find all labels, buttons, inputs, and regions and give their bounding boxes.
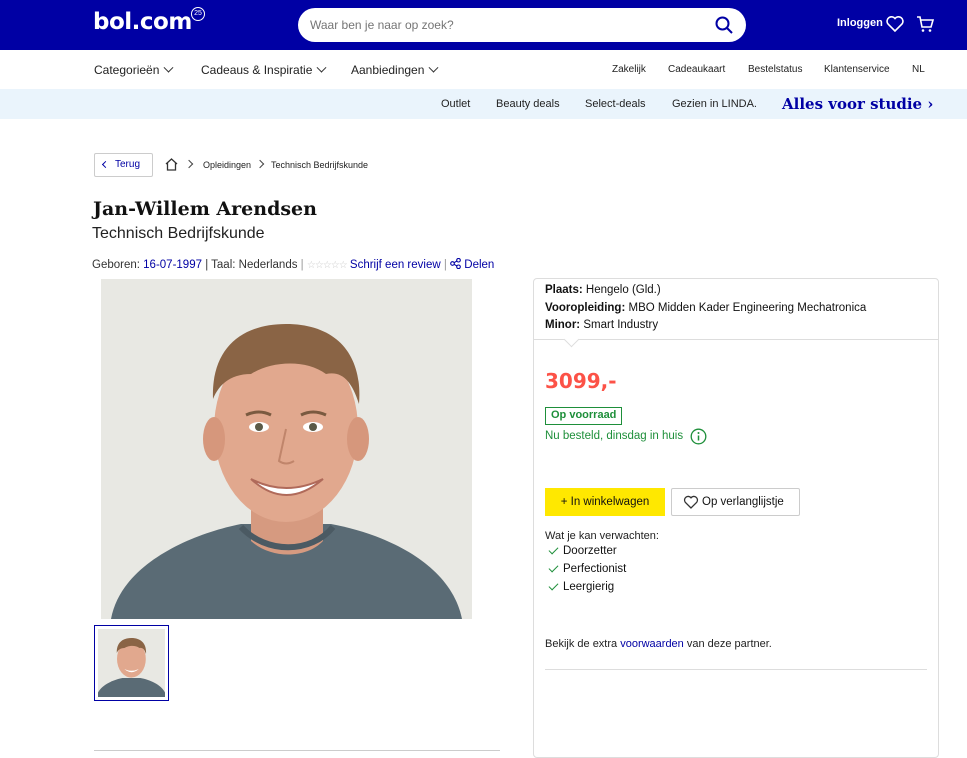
chevron-right-icon: › — [927, 95, 934, 113]
conditions-pre: Bekijk de extra — [545, 638, 621, 650]
heart-icon[interactable] — [885, 14, 905, 34]
nav-deals[interactable]: Aanbiedingen — [351, 62, 439, 77]
conditions-text: Bekijk de extra voorwaarden van deze par… — [545, 638, 772, 650]
stock-badge: Op voorraad — [545, 407, 623, 425]
home-icon[interactable] — [164, 157, 179, 172]
spec-value: MBO Midden Kader Engineering Mechatronic… — [628, 302, 867, 314]
chevron-down-icon — [163, 62, 174, 73]
nav-gifts[interactable]: Cadeaus & Inspiratie — [201, 62, 327, 77]
main-nav: Categorieën Cadeaus & Inspiratie Aanbied… — [0, 50, 967, 89]
thumbnail-image — [98, 629, 165, 697]
nav-order-status[interactable]: Bestelstatus — [748, 64, 802, 75]
write-review-link[interactable]: Schrijf een review — [350, 259, 441, 271]
thumbnail[interactable] — [94, 625, 169, 701]
logo[interactable]: bol.com — [93, 9, 192, 35]
portrait-thumbnail — [98, 629, 165, 697]
promo-select[interactable]: Select-deals — [585, 98, 646, 110]
nav-business[interactable]: Zakelijk — [612, 64, 646, 75]
product-meta: Geboren: 16-07-1997 | Taal: Nederlands |… — [92, 257, 495, 271]
language-label: NL — [912, 64, 925, 75]
delivery-info: Nu besteld, dinsdag in huis — [545, 430, 684, 442]
chevron-left-icon — [101, 160, 110, 169]
nav-label: Aanbiedingen — [351, 63, 425, 77]
portrait-illustration — [101, 279, 472, 619]
info-icon[interactable] — [690, 428, 707, 445]
back-button[interactable]: Terug — [94, 153, 153, 177]
nav-giftcard[interactable]: Cadeaukaart — [668, 64, 725, 75]
language-selector[interactable]: NL — [912, 64, 925, 75]
breadcrumb-item[interactable]: Opleidingen — [203, 160, 251, 170]
meta-divider: | — [443, 259, 447, 271]
language-info: | Taal: Nederlands — [205, 259, 298, 271]
promo-study-label: Alles voor studie — [782, 95, 923, 113]
conditions-post: van deze partner. — [683, 638, 772, 650]
born-value[interactable]: 16-07-1997 — [143, 259, 202, 271]
nav-label: Categorieën — [94, 63, 160, 77]
divider — [534, 339, 938, 340]
share-button[interactable]: Delen — [450, 257, 495, 271]
search-icon[interactable] — [714, 15, 734, 35]
born-label: Geboren: — [92, 259, 140, 271]
divider — [94, 750, 500, 751]
meta-divider: | — [300, 259, 304, 271]
expect-title: Wat je kan verwachten: — [545, 530, 659, 542]
search-bar[interactable] — [298, 8, 746, 42]
chevron-down-icon — [316, 62, 327, 73]
expect-item: Leergierig — [563, 581, 615, 593]
search-input[interactable] — [310, 16, 700, 34]
spec-value: Hengelo (Gld.) — [585, 284, 661, 296]
nav-label: Cadeaus & Inspiratie — [201, 63, 313, 77]
spec-value: Smart Industry — [583, 319, 659, 331]
login-link[interactable]: Inloggen — [837, 17, 883, 29]
nav-customer-service[interactable]: Klantenservice — [824, 64, 890, 75]
breadcrumb-item[interactable]: Technisch Bedrijfskunde — [271, 160, 368, 170]
product-photo[interactable] — [101, 279, 472, 619]
offer-panel — [533, 278, 939, 758]
heart-icon — [683, 495, 699, 509]
expect-item: Doorzetter — [563, 545, 617, 557]
page-subtitle: Technisch Bedrijfskunde — [92, 225, 265, 242]
expect-item: Perfectionist — [563, 563, 627, 575]
cart-icon[interactable] — [915, 14, 935, 34]
chevron-down-icon — [428, 62, 439, 73]
promo-outlet[interactable]: Outlet — [441, 98, 470, 110]
spec-label: Plaats: — [545, 284, 583, 296]
share-label: Delen — [464, 259, 495, 271]
share-icon — [450, 257, 461, 270]
breadcrumb-separator — [184, 159, 194, 169]
top-bar: bol.com 25 Inloggen — [0, 0, 967, 50]
promo-linda[interactable]: Gezien in LINDA. — [672, 98, 757, 110]
conditions-link[interactable]: voorwaarden — [620, 638, 684, 650]
price: 3099,- — [545, 369, 617, 393]
back-label: Terug — [115, 159, 141, 170]
spec-minor: Minor: Smart Industry — [545, 319, 658, 331]
spec-location: Plaats: Hengelo (Gld.) — [545, 284, 661, 296]
promo-study[interactable]: Alles voor studie › — [782, 95, 933, 113]
nav-categories[interactable]: Categorieën — [94, 62, 174, 77]
spec-prior-education: Vooropleiding: MBO Midden Kader Engineer… — [545, 302, 866, 314]
spec-label: Vooropleiding: — [545, 302, 626, 314]
logo-badge: 25 — [191, 7, 205, 21]
promo-bar: Outlet Beauty deals Select-deals Gezien … — [0, 89, 967, 119]
spec-label: Minor: — [545, 319, 581, 331]
breadcrumb-separator — [255, 159, 265, 169]
rating-stars-icon: ☆☆☆☆☆ — [306, 260, 348, 271]
divider — [545, 669, 927, 670]
page-title: Jan-Willem Arendsen — [93, 198, 317, 220]
add-to-cart-button[interactable]: + In winkelwagen — [545, 488, 665, 516]
promo-beauty[interactable]: Beauty deals — [496, 98, 560, 110]
